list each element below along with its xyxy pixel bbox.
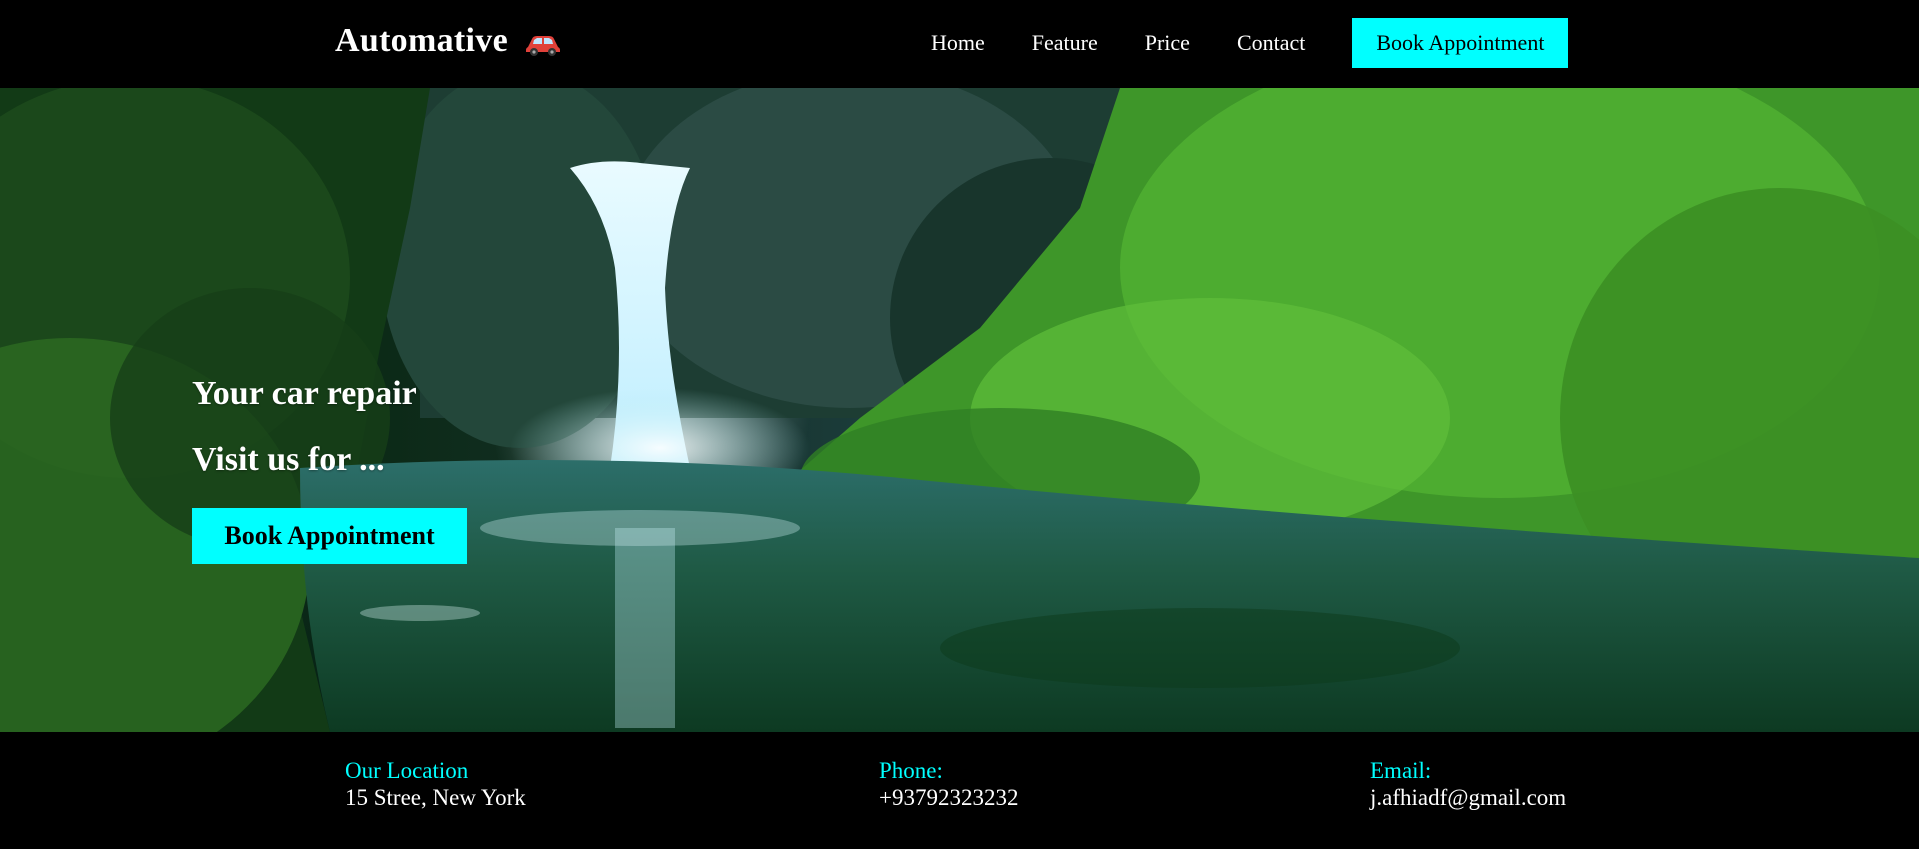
brand-logo[interactable]: Automative [335, 22, 562, 60]
site-footer: Our Location 15 Stree, New York Phone: +… [0, 732, 1919, 849]
phone-label: Phone: [879, 758, 943, 783]
book-appointment-nav-button[interactable]: Book Appointment [1352, 18, 1569, 68]
location-label: Our Location [345, 758, 469, 783]
nav-feature[interactable]: Feature [1032, 18, 1098, 68]
site-header: Automative Home Feature Price Contact Bo… [0, 0, 1919, 88]
email-label: Email: [1370, 758, 1432, 783]
nav-contact[interactable]: Contact [1237, 18, 1305, 68]
location-value: 15 Stree, New York [345, 785, 526, 810]
nav-price[interactable]: Price [1145, 18, 1190, 68]
car-icon [524, 28, 562, 56]
hero-section: Your car repair Visit us for ... Book Ap… [0, 88, 1919, 732]
footer-email: Email: j.afhiadf@gmail.com [1370, 757, 1566, 811]
footer-phone: Phone: +93792323232 [879, 757, 1018, 811]
phone-value[interactable]: +93792323232 [879, 784, 1018, 811]
hero-headline: Your car repair [192, 375, 417, 412]
nav-home[interactable]: Home [931, 18, 985, 68]
brand-name: Automative [335, 22, 508, 59]
footer-location: Our Location 15 Stree, New York [345, 757, 526, 811]
hero-subheadline: Visit us for ... [192, 441, 385, 478]
main-nav: Home Feature Price Contact Book Appointm… [931, 18, 1569, 68]
book-appointment-hero-button[interactable]: Book Appointment [192, 508, 467, 564]
email-value[interactable]: j.afhiadf@gmail.com [1370, 784, 1566, 811]
